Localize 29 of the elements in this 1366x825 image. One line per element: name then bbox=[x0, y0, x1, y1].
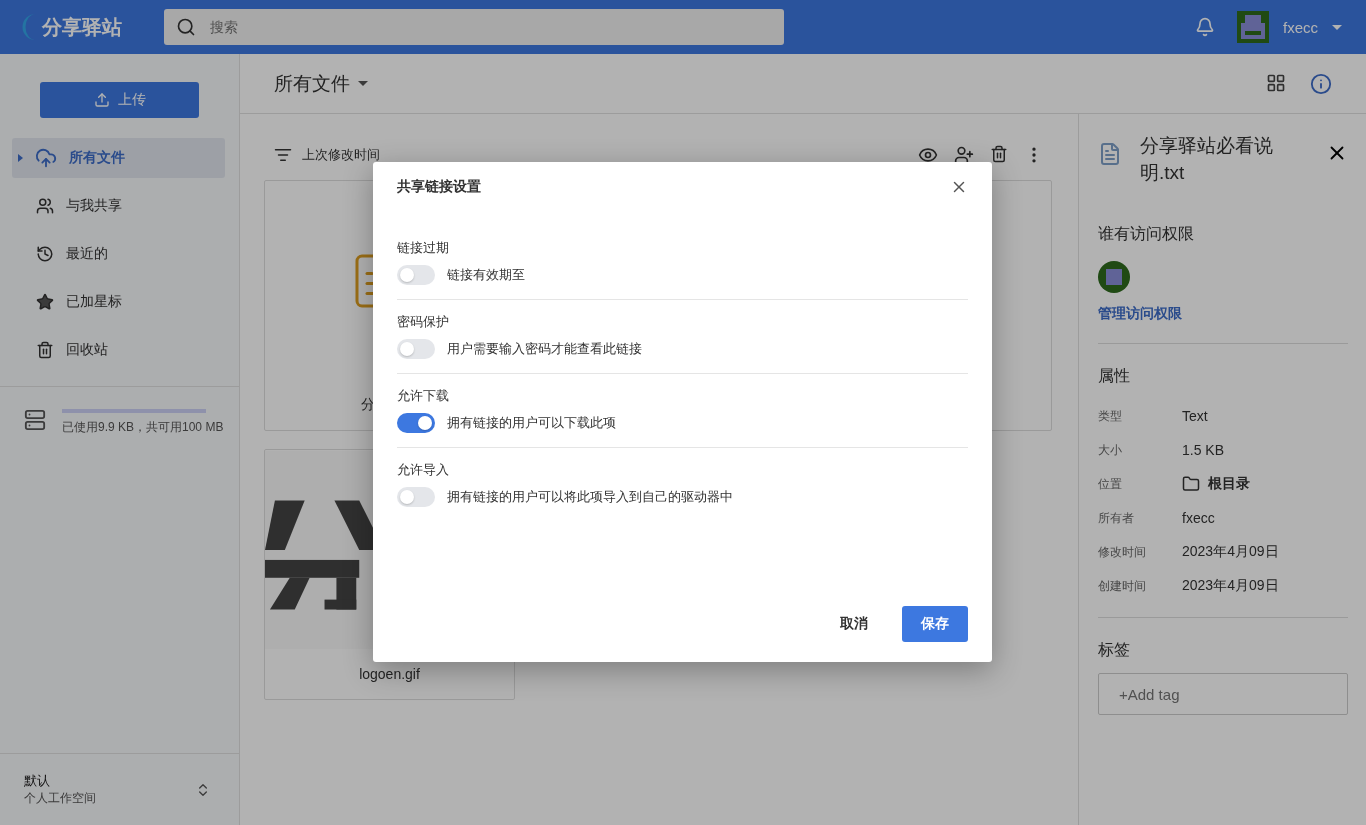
setting-heading: 允许下载 bbox=[397, 387, 450, 405]
storage-text: 已使用9.9 KB，共可用100 MB bbox=[62, 420, 224, 434]
property-value: 2023年4月09日 bbox=[1182, 543, 1280, 561]
section-heading: 属性 bbox=[1098, 366, 1131, 386]
property-value: Text bbox=[1182, 408, 1209, 424]
section-heading: 谁有访问权限 bbox=[1098, 224, 1195, 244]
setting-heading: 链接过期 bbox=[397, 239, 450, 257]
property-label: 修改时间 bbox=[1098, 543, 1147, 561]
property-label: 位置 bbox=[1098, 475, 1123, 493]
setting-heading: 密码保护 bbox=[397, 313, 450, 331]
app-logo-text: 分享驿站 bbox=[42, 14, 122, 40]
property-value: 2023年4月09日 bbox=[1182, 577, 1280, 595]
setting-label: 拥有链接的用户可以将此项导入到自己的驱动器中 bbox=[447, 488, 733, 506]
property-label: 所有者 bbox=[1098, 509, 1135, 527]
property-label: 类型 bbox=[1098, 407, 1123, 425]
file-title: 分享驿站必看说明.txt bbox=[1140, 134, 1274, 185]
property-value: fxecc bbox=[1182, 510, 1216, 526]
property-label: 创建时间 bbox=[1098, 577, 1147, 595]
setting-label: 拥有链接的用户可以下载此项 bbox=[447, 414, 616, 432]
setting-label: 用户需要输入密码才能查看此链接 bbox=[447, 340, 642, 358]
workspace-type: 个人工作空间 bbox=[24, 790, 96, 807]
dialog-title: 共享链接设置 bbox=[397, 178, 481, 196]
file-name: 分 bbox=[361, 396, 375, 414]
setting-heading: 允许导入 bbox=[397, 461, 450, 479]
property-value: 1.5 KB bbox=[1182, 442, 1226, 458]
file-name: logoen.gif bbox=[359, 666, 420, 682]
property-label: 大小 bbox=[1098, 441, 1123, 459]
section-heading: 标签 bbox=[1098, 640, 1131, 660]
setting-label: 链接有效期至 bbox=[447, 266, 525, 284]
